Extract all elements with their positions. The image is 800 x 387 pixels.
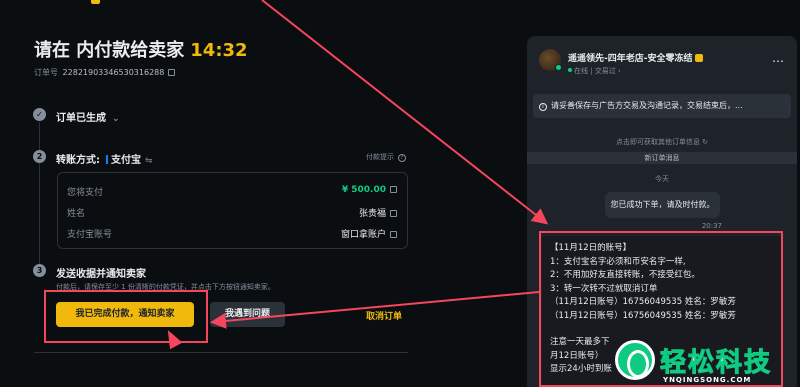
step-connector: [39, 163, 40, 265]
merchant-name[interactable]: 遥遥领先-四年老店-安全零冻结: [568, 51, 704, 64]
verified-badge-icon: [695, 54, 704, 62]
status-dot: [568, 68, 572, 72]
swap-icon[interactable]: ⇋: [145, 156, 153, 166]
question-icon: ?: [398, 154, 406, 162]
alipay-marker: [106, 155, 108, 164]
date-separator: 今天: [655, 175, 669, 183]
alipay-account-row: 支付宝账号 窗口拿账户: [67, 227, 397, 240]
payment-hint[interactable]: 付款提示?: [366, 152, 406, 162]
step-connector: [39, 122, 40, 152]
order-number-label: 订单号: [34, 68, 58, 77]
load-history-link[interactable]: 点击即可获取其他订单信息 ↻: [527, 137, 797, 147]
tab-indicator: [91, 0, 100, 4]
payment-info-box: 您将支付 ¥ 500.00 姓名 张贵福 支付宝账号 窗口拿账户: [57, 172, 408, 249]
copy-icon[interactable]: [168, 69, 176, 76]
info-icon: i: [539, 103, 547, 111]
watermark: 轻松科技 YNQINGSONG.COM: [615, 340, 800, 387]
merchant-status: 在线 | 交易过 ›: [568, 66, 621, 76]
step-check-icon: ✓: [33, 108, 46, 121]
watermark-logo-icon: [615, 340, 655, 380]
more-options-icon[interactable]: ⋯: [772, 54, 785, 68]
new-messages-divider: 新订单消息: [527, 152, 797, 164]
transfer-method-label: 转账方式:: [56, 155, 100, 166]
step-number-3: 3: [33, 264, 46, 277]
page-title: 请在 内付款给卖家 14:32: [34, 40, 248, 61]
step-notify-seller: 发送收据并通知卖家: [56, 269, 146, 280]
watermark-text: 轻松科技: [659, 348, 773, 379]
trade-history-link[interactable]: 交易过: [595, 67, 616, 75]
payee-name: 张贵福: [359, 206, 397, 219]
divider: [34, 352, 408, 353]
payment-amount-row: 您将支付 ¥ 500.00: [67, 185, 397, 198]
watermark-subtext: YNQINGSONG.COM: [663, 376, 752, 384]
have-problem-button[interactable]: 我遇到问题: [210, 302, 285, 327]
payment-amount: ¥ 500.00: [342, 185, 397, 195]
transfer-method: 转账方式: 支付宝 ⇋: [56, 151, 153, 166]
step-number-2: 2: [33, 150, 46, 163]
countdown-timer: 14:32: [190, 40, 248, 61]
cancel-order-link[interactable]: 取消订单: [366, 309, 402, 322]
order-number-row: 订单号 22821903346530316288: [34, 67, 176, 78]
notice-banner: i 请妥善保存与广告方交易及沟通记录，交易结束后，...: [533, 94, 791, 118]
highlight-box-button: [44, 290, 208, 343]
payee-name-row: 姓名 张贵福: [67, 206, 397, 219]
step-order-created[interactable]: 订单已生成 ⌄: [56, 109, 120, 124]
online-dot: [555, 64, 562, 71]
chevron-down-icon: ⌄: [112, 114, 120, 124]
copy-icon[interactable]: [390, 231, 397, 238]
alipay-account: 窗口拿账户: [341, 227, 397, 240]
message-time: 20:37: [701, 222, 722, 230]
transfer-method-value: 支付宝: [111, 155, 141, 166]
copy-icon[interactable]: [390, 186, 397, 193]
order-number: 22821903346530316288: [62, 68, 165, 77]
system-message: 您已成功下单，请及时付款。: [605, 192, 720, 218]
copy-icon[interactable]: [390, 210, 397, 217]
